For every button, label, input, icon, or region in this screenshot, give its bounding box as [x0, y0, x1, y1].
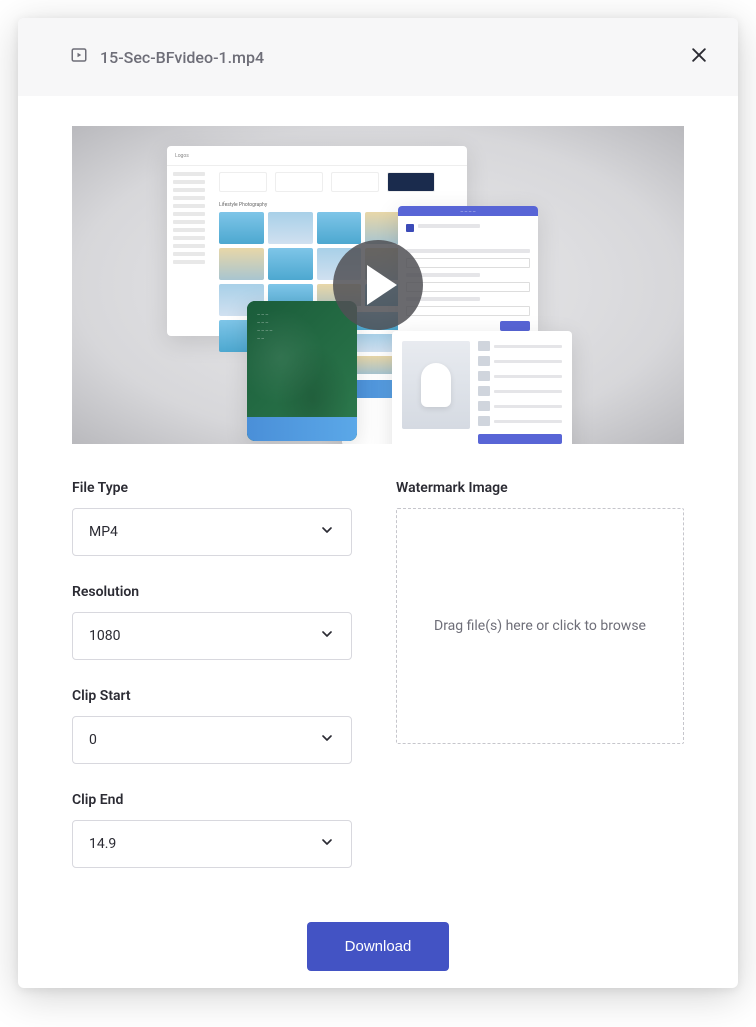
dialog-header: 15-Sec-BFvideo-1.mp4 [18, 18, 738, 96]
watermark-group: Watermark Image Drag file(s) here or cli… [396, 480, 684, 744]
clip-start-label: Clip Start [72, 688, 352, 704]
watermark-dropzone[interactable]: Drag file(s) here or click to browse [396, 508, 684, 744]
play-button[interactable] [333, 240, 423, 330]
clip-start-select[interactable]: 0 [72, 716, 352, 764]
video-file-icon [70, 46, 88, 68]
file-type-label: File Type [72, 480, 352, 496]
form-columns: File Type MP4 Resolution 1080 [72, 480, 684, 896]
resolution-value: 1080 [89, 628, 120, 644]
chevron-down-icon [319, 522, 335, 542]
video-preview: Logos Lifestyle Photography [72, 126, 684, 444]
watermark-label: Watermark Image [396, 480, 684, 496]
download-button[interactable]: Download [307, 922, 450, 971]
file-type-select[interactable]: MP4 [72, 508, 352, 556]
chevron-down-icon [319, 834, 335, 854]
chevron-down-icon [319, 730, 335, 750]
header-title-group: 15-Sec-BFvideo-1.mp4 [70, 46, 264, 68]
resolution-select[interactable]: 1080 [72, 612, 352, 660]
dropzone-text: Drag file(s) here or click to browse [434, 618, 646, 634]
clip-start-value: 0 [89, 732, 97, 748]
preview-thumb: — — —— — —— — — —— — [247, 301, 357, 441]
file-type-value: MP4 [89, 524, 118, 540]
resolution-group: Resolution 1080 [72, 584, 352, 660]
resolution-label: Resolution [72, 584, 352, 600]
dialog-footer: Download [72, 922, 684, 971]
clip-end-group: Clip End 14.9 [72, 792, 352, 868]
clip-end-value: 14.9 [89, 836, 116, 852]
dialog-body: Logos Lifestyle Photography [18, 96, 738, 988]
video-download-dialog: 15-Sec-BFvideo-1.mp4 Logos [18, 18, 738, 988]
filename-label: 15-Sec-BFvideo-1.mp4 [100, 48, 264, 67]
file-type-group: File Type MP4 [72, 480, 352, 556]
close-icon [689, 45, 709, 69]
preview-thumb [392, 331, 572, 444]
close-button[interactable] [688, 46, 710, 68]
form-left-column: File Type MP4 Resolution 1080 [72, 480, 352, 896]
clip-end-label: Clip End [72, 792, 352, 808]
clip-start-group: Clip Start 0 [72, 688, 352, 764]
chevron-down-icon [319, 626, 335, 646]
form-right-column: Watermark Image Drag file(s) here or cli… [396, 480, 684, 896]
clip-end-select[interactable]: 14.9 [72, 820, 352, 868]
